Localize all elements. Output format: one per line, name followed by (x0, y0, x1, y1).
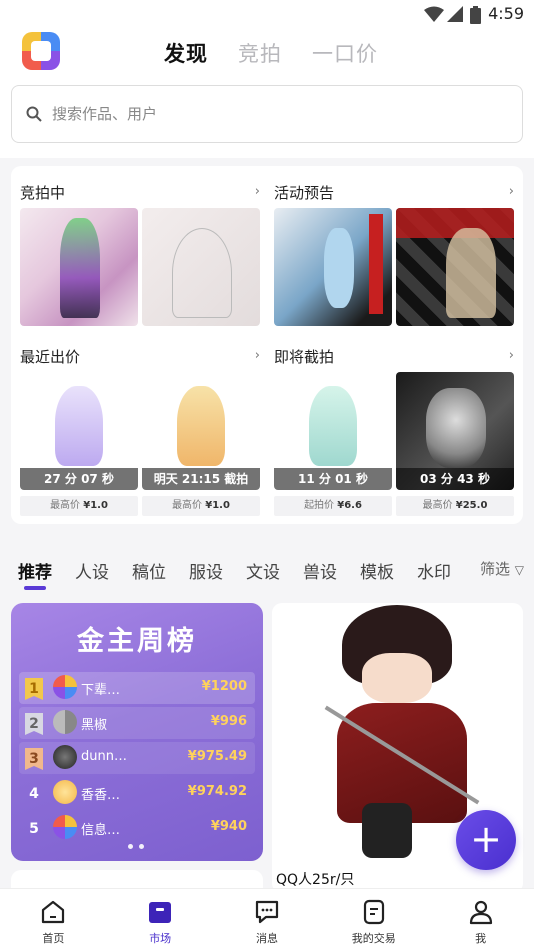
ranking-title: 金主周榜 (77, 626, 197, 657)
category-tab[interactable]: 兽设 (303, 558, 337, 583)
countdown-timer: 明天 21:15 截拍 (142, 468, 260, 490)
search-box[interactable] (11, 85, 523, 143)
message-icon (255, 900, 279, 924)
donor-amount: ¥996 (210, 714, 247, 729)
category-tabs: 推荐 人设 稿位 服设 文设 兽设 模板 水印 筛选 ▽ (0, 548, 534, 592)
donor-name: 黑椒 (81, 718, 108, 733)
ranking-row: 5 信息… ¥940 (19, 812, 255, 844)
section-recent-header[interactable]: 最近出价 › (20, 346, 260, 366)
category-tab[interactable]: 文设 (246, 558, 280, 583)
rank-number: 4 (29, 786, 39, 802)
price-tag: 最高价 ¥25.0 (396, 496, 514, 516)
section-title: 竞拍中 (20, 184, 66, 202)
chevron-right-icon: › (508, 348, 514, 363)
category-tab[interactable]: 服设 (189, 558, 223, 583)
category-tab[interactable]: 人设 (75, 558, 109, 583)
tab-discover[interactable]: 发现 (164, 36, 208, 68)
trade-icon (363, 899, 384, 925)
donor-name: 信息… (81, 823, 121, 838)
top-header: 发现 竞拍 一口价 (0, 28, 534, 78)
avatar (53, 710, 77, 734)
artwork-thumbnail[interactable]: 03 分 43 秒 (396, 372, 514, 490)
nav-profile[interactable]: 我 (427, 889, 534, 950)
artwork-thumbnail[interactable]: 11 分 01 秒 (274, 372, 392, 490)
next-card-peek (11, 870, 263, 890)
chevron-right-icon: › (254, 184, 260, 199)
weekly-ranking-card[interactable]: 金主周榜 1 下辈… ¥1200 2 黑椒 ¥996 3 dunn… ¥975.… (11, 603, 263, 861)
ranking-row: 1 下辈… ¥1200 (19, 672, 255, 704)
market-icon (149, 902, 172, 923)
home-icon (42, 900, 65, 924)
plus-icon: + (470, 817, 502, 861)
section-ending-header[interactable]: 即将截拍 › (274, 346, 514, 366)
nav-messages[interactable]: 消息 (214, 889, 321, 950)
wifi-icon (424, 6, 444, 22)
add-button[interactable]: + (456, 810, 516, 870)
filter-icon: ▽ (514, 563, 524, 577)
profile-icon (469, 900, 492, 925)
ranking-row: 3 dunn… ¥975.49 (19, 742, 255, 774)
donor-amount: ¥1200 (201, 679, 247, 694)
category-tab[interactable]: 水印 (417, 558, 451, 583)
chevron-right-icon: › (508, 184, 514, 199)
signal-icon (447, 6, 463, 22)
rank-badge: 1 (25, 678, 43, 700)
battery-icon (470, 6, 481, 24)
nav-home[interactable]: 首页 (0, 889, 107, 950)
donor-amount: ¥975.49 (187, 749, 247, 764)
price-tag: 最高价 ¥1.0 (20, 496, 138, 516)
filter-button[interactable]: 筛选 ▽ (457, 558, 524, 579)
section-title: 最近出价 (20, 348, 81, 366)
rank-badge: 2 (25, 713, 43, 735)
artwork-thumbnail[interactable]: 27 分 07 秒 (20, 372, 138, 490)
nav-my-trades[interactable]: 我的交易 (320, 889, 427, 950)
tab-auction[interactable]: 竞拍 (238, 38, 282, 68)
app-logo[interactable] (22, 32, 60, 70)
donor-amount: ¥974.92 (187, 784, 247, 799)
section-preview-header[interactable]: 活动预告 › (274, 182, 514, 202)
countdown-timer: 03 分 43 秒 (396, 468, 514, 490)
rank-number: 5 (29, 821, 39, 837)
countdown-timer: 11 分 01 秒 (274, 468, 392, 490)
avatar (53, 745, 77, 769)
bottom-navigation: 首页 市场 消息 我的交易 我 (0, 888, 534, 950)
carousel-dots (128, 844, 144, 849)
artwork-thumbnail[interactable] (274, 208, 392, 326)
search-area (0, 78, 534, 158)
artwork-thumbnail[interactable]: 明天 21:15 截拍 (142, 372, 260, 490)
search-input[interactable] (52, 105, 482, 123)
countdown-timer: 27 分 07 秒 (20, 468, 138, 490)
donor-name: 香香… (81, 788, 121, 803)
section-bidding-header[interactable]: 竞拍中 › (20, 182, 260, 202)
price-tag: 起拍价 ¥6.6 (274, 496, 392, 516)
artwork-thumbnail[interactable] (396, 208, 514, 326)
auction-card: 竞拍中 › 活动预告 › 最近出价 › 27 分 07 秒 最高价 ¥1.0 明… (11, 166, 523, 524)
avatar (53, 675, 77, 699)
donor-amount: ¥940 (210, 819, 247, 834)
category-tab[interactable]: 推荐 (18, 558, 52, 590)
tab-fixed-price[interactable]: 一口价 (312, 38, 378, 68)
rank-badge: 3 (25, 748, 43, 770)
section-title: 活动预告 (274, 184, 335, 202)
price-tag: 最高价 ¥1.0 (142, 496, 260, 516)
donor-name: dunn… (81, 749, 127, 764)
donor-name: 下辈… (81, 683, 121, 698)
ranking-row: 2 黑椒 ¥996 (19, 707, 255, 739)
search-icon (26, 106, 42, 122)
nav-market[interactable]: 市场 (107, 889, 214, 950)
chevron-right-icon: › (254, 348, 260, 363)
ranking-row: 4 香香… ¥974.92 (19, 777, 255, 809)
artwork-thumbnail[interactable] (20, 208, 138, 326)
category-tab[interactable]: 稿位 (132, 558, 166, 583)
avatar (53, 780, 77, 804)
product-title: QQ人25r/只 (276, 872, 355, 888)
status-time: 4:59 (488, 4, 524, 23)
status-bar: 4:59 (0, 0, 534, 28)
section-title: 即将截拍 (274, 348, 335, 366)
top-tabs: 发现 竞拍 一口价 (164, 36, 378, 68)
category-tab[interactable]: 模板 (360, 558, 394, 583)
artwork-thumbnail[interactable] (142, 208, 260, 326)
avatar (53, 815, 77, 839)
